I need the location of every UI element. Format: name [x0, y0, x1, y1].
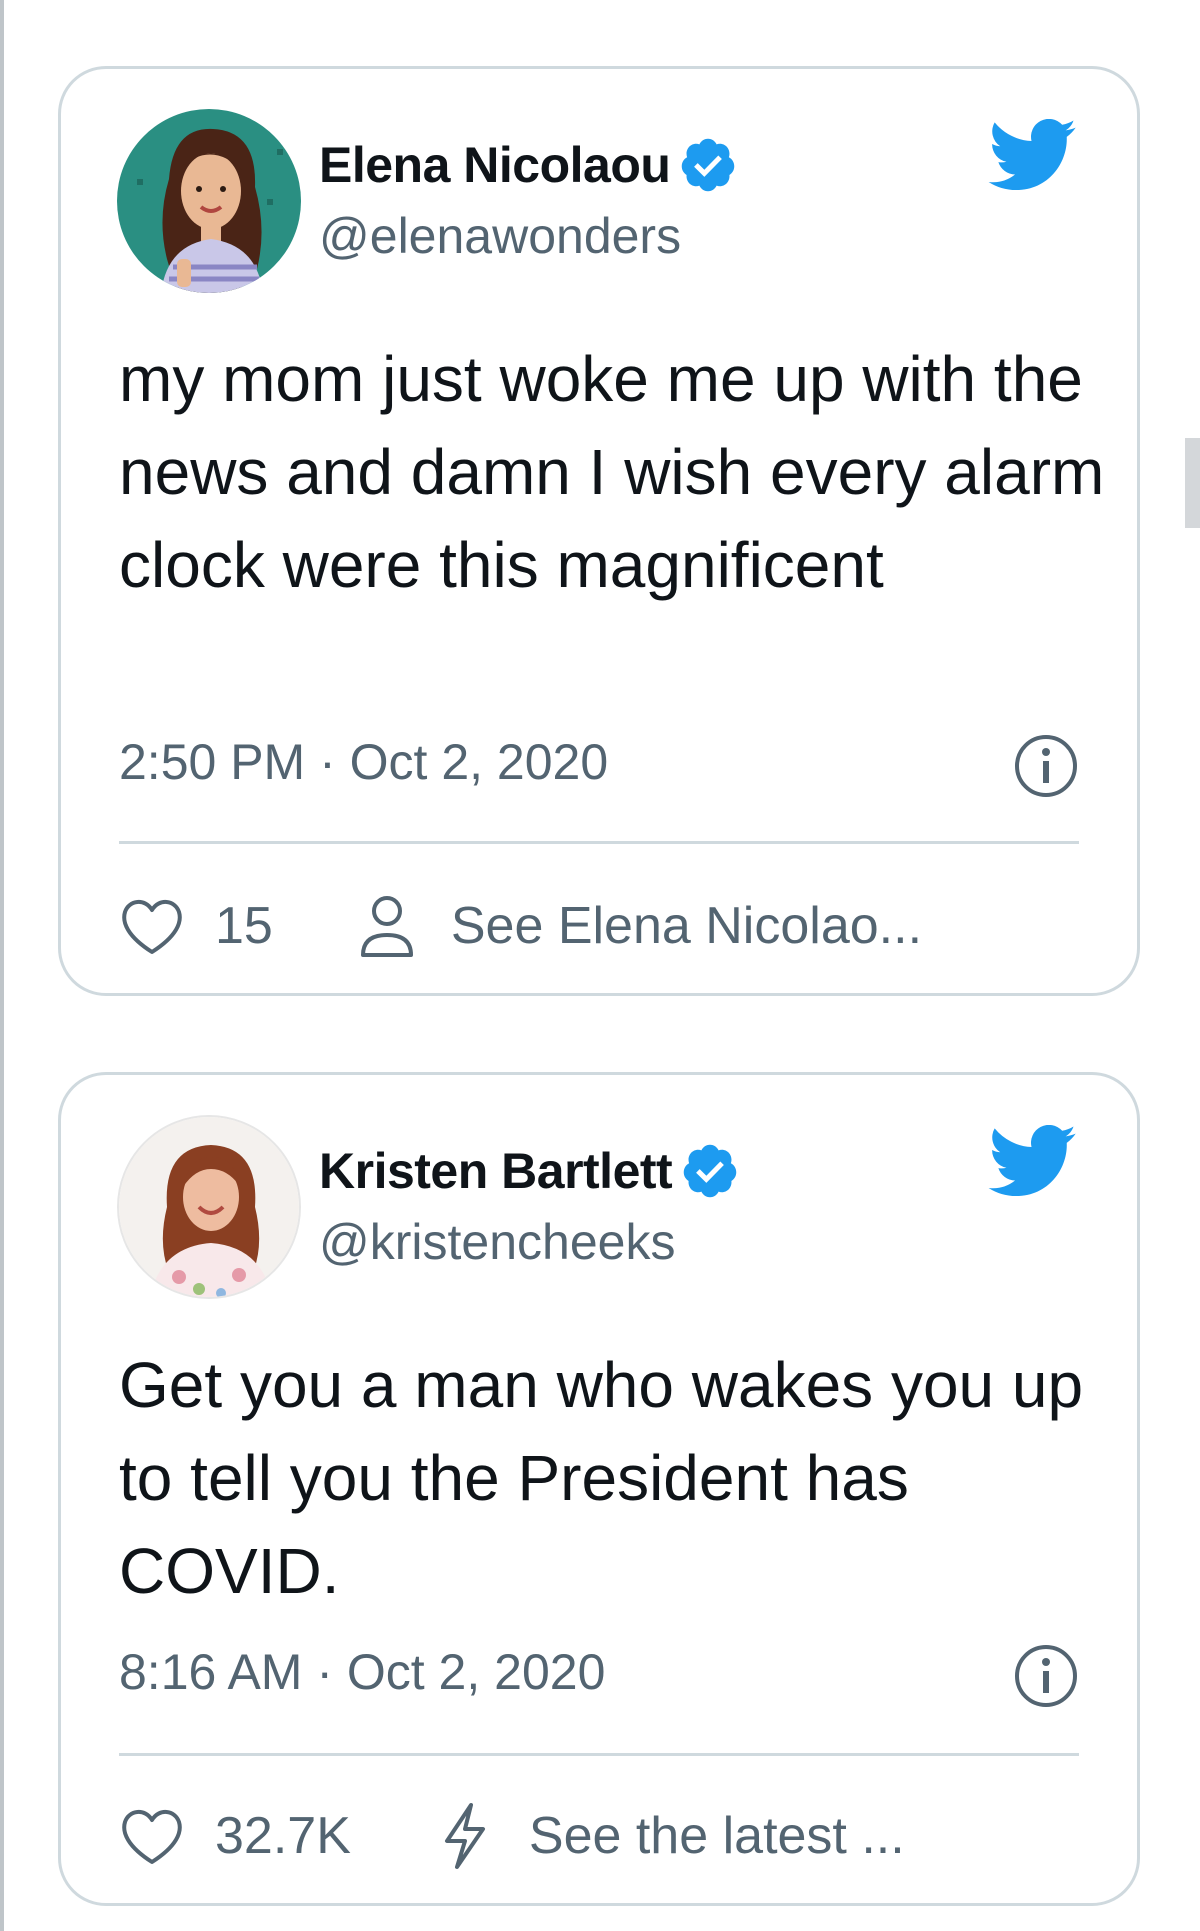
tweet-actions: 32.7K See the latest ... [119, 1801, 905, 1871]
avatar-image [119, 1117, 299, 1297]
tweet-timestamp[interactable]: 2:50 PM · Oct 2, 2020 [119, 733, 608, 791]
tweet-card[interactable]: Kristen Bartlett @kristencheeks Get you … [58, 1072, 1140, 1906]
avatar-image [117, 109, 301, 293]
tweet-text: Get you a man who wakes you up to tell y… [119, 1349, 1084, 1607]
tweet-text: my mom just woke me up with the news and… [119, 343, 1105, 601]
divider [119, 841, 1079, 844]
info-icon[interactable] [1013, 1643, 1079, 1709]
like-count: 32.7K [215, 1807, 351, 1865]
tweet-card[interactable]: Elena Nicolaou @elenawonders my mom just… [58, 66, 1140, 996]
author-handle[interactable]: @elenawonders [319, 207, 681, 265]
twitter-logo-icon[interactable] [987, 1125, 1079, 1199]
divider [119, 1753, 1079, 1756]
heart-icon[interactable] [119, 1806, 185, 1866]
author-name[interactable]: Kristen Bartlett [319, 1142, 673, 1200]
tweet-timestamp[interactable]: 8:16 AM · Oct 2, 2020 [119, 1643, 605, 1701]
avatar[interactable] [117, 1115, 301, 1299]
person-icon[interactable] [357, 891, 417, 961]
info-icon[interactable] [1013, 733, 1079, 799]
author-handle[interactable]: @kristencheeks [319, 1213, 675, 1271]
lightning-icon[interactable] [435, 1801, 495, 1871]
heart-icon[interactable] [119, 896, 185, 956]
verified-badge-icon [683, 1144, 737, 1198]
scrollbar-thumb[interactable] [1185, 438, 1200, 528]
verified-badge-icon [682, 138, 735, 192]
window-edge [0, 0, 4, 1931]
see-author-link[interactable]: See Elena Nicolao... [451, 896, 922, 956]
author-name[interactable]: Elena Nicolaou [319, 136, 671, 194]
twitter-logo-icon[interactable] [987, 119, 1079, 193]
see-latest-link[interactable]: See the latest ... [529, 1806, 905, 1866]
like-count: 15 [215, 897, 273, 955]
avatar[interactable] [117, 109, 301, 293]
tweet-actions: 15 See Elena Nicolao... [119, 891, 922, 961]
